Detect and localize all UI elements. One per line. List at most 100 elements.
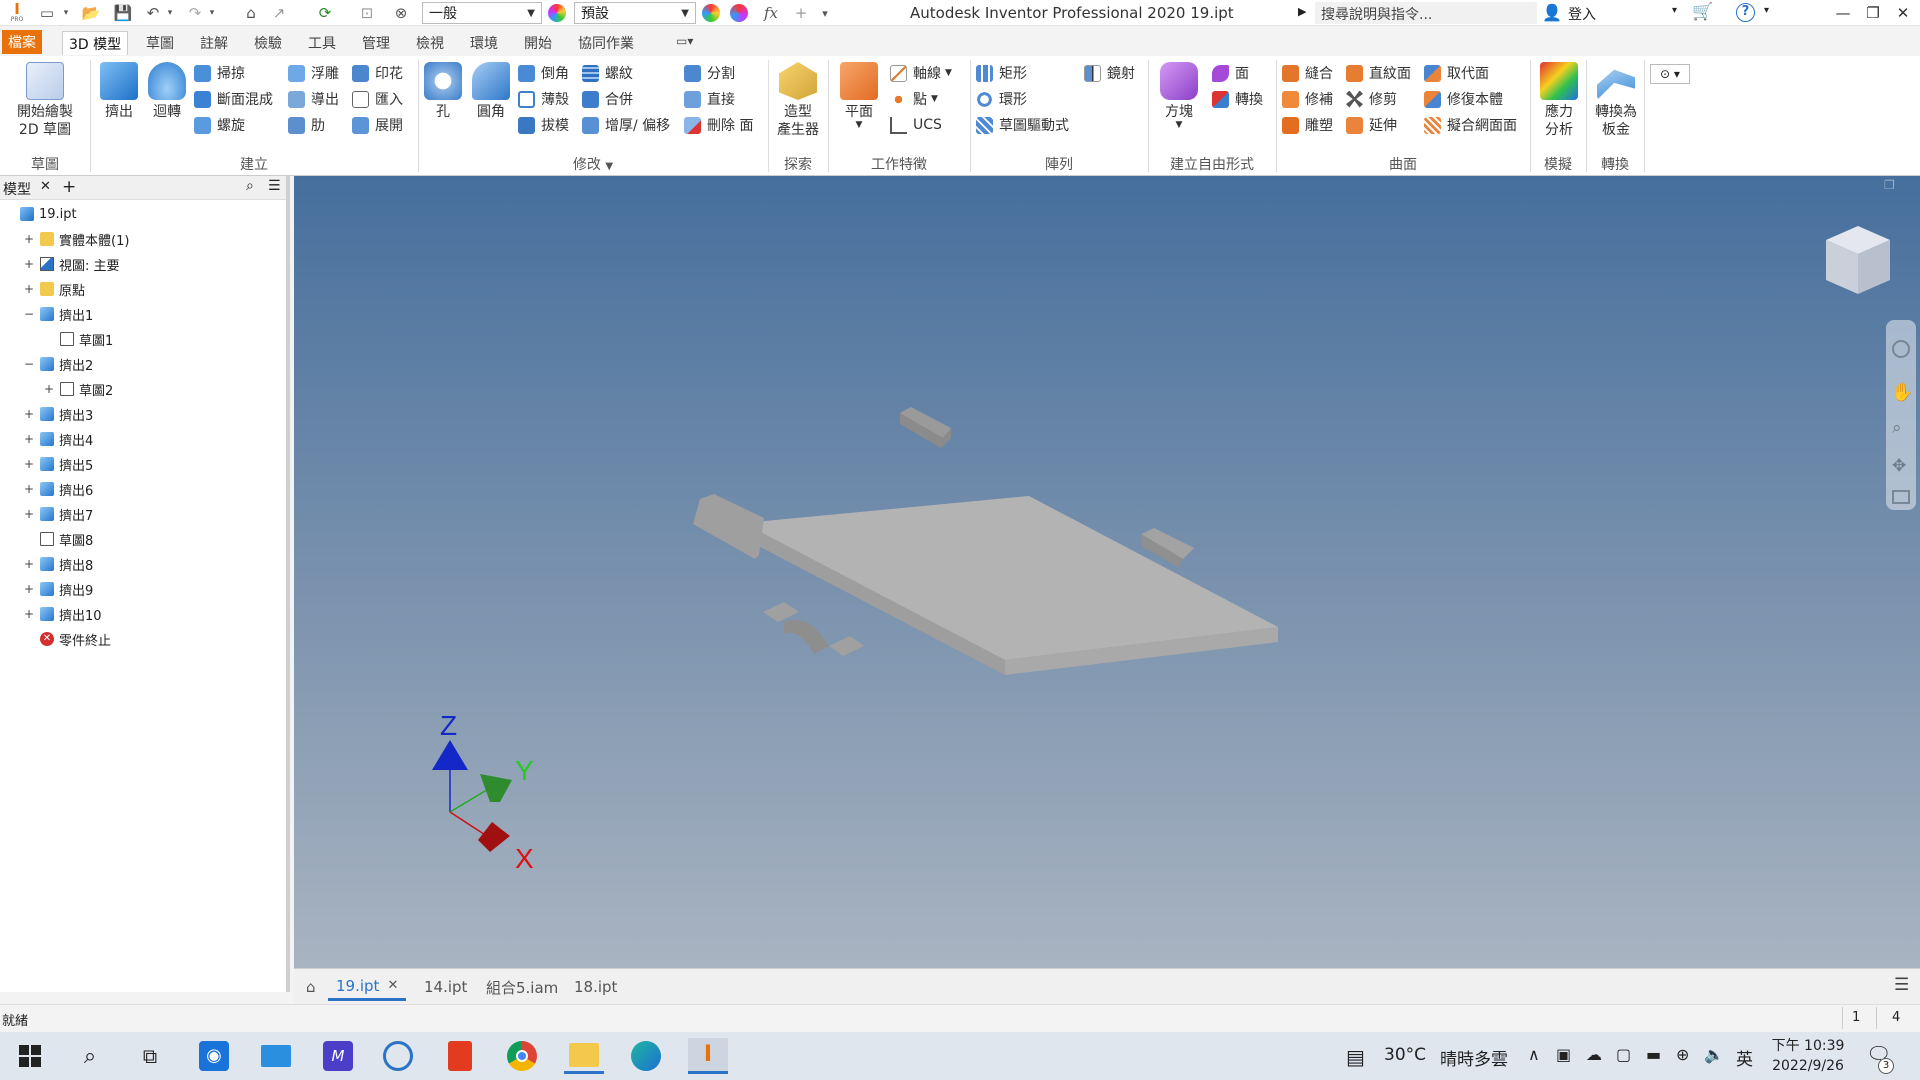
tab-inspect[interactable]: 檢驗 [248,31,288,55]
direct-button[interactable]: 直接 [684,88,735,110]
tree-item[interactable]: − 擠出2 [24,352,93,376]
new-dropdown-icon[interactable]: ▾ [60,3,72,23]
minimize-icon[interactable]: — [1828,0,1858,26]
expand-icon[interactable]: + [24,557,34,571]
maximize-viewport-icon[interactable]: ❐ [1884,178,1895,192]
tree-item[interactable]: + 原點 [24,277,85,301]
meet-now-icon[interactable]: ▣ [1556,1045,1571,1064]
inventor-taskbar-icon[interactable]: I [688,1038,728,1074]
user-icon[interactable]: 👤 [1542,3,1562,22]
file-explorer-icon[interactable] [564,1038,604,1074]
parameters-icon[interactable]: fx [760,3,782,23]
onedrive-icon[interactable]: ☁ [1586,1045,1602,1064]
mail-icon[interactable] [256,1038,296,1074]
stitch-button[interactable]: 縫合 [1282,62,1333,84]
tabs-menu-icon[interactable]: ☰ [1894,975,1909,995]
ime-indicator[interactable]: 英 [1736,1045,1753,1070]
tree-item[interactable]: 草圖8 [24,527,93,551]
tab-environments[interactable]: 環境 [464,31,504,55]
extend-button[interactable]: 延伸 [1346,114,1397,136]
tab-collaborate[interactable]: 協同作業 [572,31,640,55]
clear-appearance-icon[interactable] [730,4,748,22]
tree-item[interactable]: + 擠出6 [24,477,93,501]
ribbon-options-icon[interactable]: ▭▾ [676,34,706,50]
cortana-icon[interactable] [378,1038,418,1074]
tree-item[interactable]: 19.ipt [4,202,77,226]
sketch-driven-pattern-button[interactable]: 草圖驅動式 [976,114,1069,136]
rectangular-pattern-button[interactable]: 矩形 [976,62,1027,84]
tree-item[interactable]: + 擠出3 [24,402,93,426]
doc-tab-assembly5[interactable]: 組合5.iam [478,973,566,1001]
close-icon[interactable]: ✕ [387,978,398,993]
mirror-button[interactable]: 鏡射 [1084,62,1135,84]
freeform-face-button[interactable]: 面 [1212,62,1249,84]
help-dropdown-icon[interactable]: ▾ [1764,5,1769,16]
add-icon[interactable]: + [790,3,812,23]
inventor-logo-icon[interactable]: I PRO [6,1,28,25]
volume-icon[interactable]: 🔈 [1704,1045,1724,1064]
measure-icon[interactable]: ⊡ [356,3,378,23]
material-toggle-icon[interactable]: ⊗ [390,3,412,23]
tree-item[interactable]: + 視圖: 主要 [24,252,120,276]
start-windows-icon[interactable] [10,1038,50,1074]
tab-sketch[interactable]: 草圖 [140,31,180,55]
tree-item[interactable]: 草圖1 [44,327,113,351]
close-icon[interactable]: ✕ [1888,0,1918,26]
camera-app-icon[interactable]: ◉ [194,1038,234,1074]
split-button[interactable]: 分割 [684,62,735,84]
group-modify-label[interactable]: 修改 ▼ [418,155,768,175]
new-icon[interactable]: ▭ [36,3,58,23]
hole-button[interactable]: 孔 [422,62,464,121]
select-icon[interactable]: ↗ [268,3,290,23]
convert-sheet-metal-button[interactable]: 轉換為 板金 [1588,62,1644,139]
doc-tab-14-ipt[interactable]: 14.ipt [416,973,475,1001]
collapse-icon[interactable]: − [24,307,34,321]
appearance-dropdown[interactable]: 預設 ▼ [574,2,696,24]
adjust-appearance-icon[interactable] [702,4,720,22]
doc-tab-19-ipt[interactable]: 19.ipt ✕ [328,973,407,1001]
patch-button[interactable]: 修補 [1282,88,1333,110]
undo-icon[interactable]: ↶ [142,3,164,23]
coil-button[interactable]: 螺旋 [194,114,245,136]
expand-icon[interactable]: + [24,407,34,421]
tree-item[interactable]: ✕ 零件終止 [24,627,111,651]
draft-button[interactable]: 拔模 [518,114,569,136]
expand-icon[interactable]: + [24,507,34,521]
fit-mesh-face-button[interactable]: 擬合網面面 [1424,114,1517,136]
signin-label[interactable]: 登入 [1568,4,1596,24]
part-model[interactable] [693,407,1278,675]
expand-icon[interactable]: + [24,257,34,271]
redo-icon[interactable]: ↷ [184,3,206,23]
customize-qat-icon[interactable]: ▾ [814,3,836,23]
steering-wheel-icon[interactable] [1892,340,1910,358]
tab-3d-model[interactable]: 3D 模型 [62,31,129,55]
edge-icon[interactable] [626,1038,666,1074]
tree-item[interactable]: + 草圖2 [44,377,113,401]
viewcube[interactable] [1824,224,1892,296]
look-at-icon[interactable] [1892,490,1910,504]
stress-analysis-button[interactable]: 應力 分析 [1534,62,1584,139]
delete-face-button[interactable]: 刪除 面 [684,114,753,136]
open-icon[interactable]: 📂 [80,3,102,23]
material-dropdown[interactable]: 一般 ▼ [422,2,542,24]
axis-button[interactable]: 軸線 ▼ [890,62,952,84]
chamfer-button[interactable]: 倒角 [518,62,569,84]
ribbon-extra-dropdown[interactable]: ⊙ ▾ [1650,64,1690,84]
trim-button[interactable]: 修剪 [1346,88,1397,110]
add-browser-tab-icon[interactable]: + [62,177,76,197]
thread-button[interactable]: 螺紋 [582,62,633,84]
update-icon[interactable]: ⟳ [314,3,336,23]
sculpt-button[interactable]: 雕塑 [1282,114,1333,136]
orbit-icon[interactable]: ✥ [1892,456,1906,476]
freeform-convert-button[interactable]: 轉換 [1212,88,1263,110]
restore-icon[interactable]: ❐ [1858,0,1888,26]
pan-icon[interactable]: ✋ [1891,382,1913,403]
unwrap-button[interactable]: 展開 [352,114,403,136]
search-icon[interactable]: ⌕ [246,178,254,194]
shell-button[interactable]: 薄殼 [518,88,569,110]
expand-icon[interactable]: + [24,582,34,596]
cart-icon[interactable]: 🛒 [1692,2,1713,22]
tree-item[interactable]: + 擠出8 [24,552,93,576]
save-icon[interactable]: 💾 [112,3,134,23]
mathtype-icon[interactable]: M [318,1038,358,1074]
